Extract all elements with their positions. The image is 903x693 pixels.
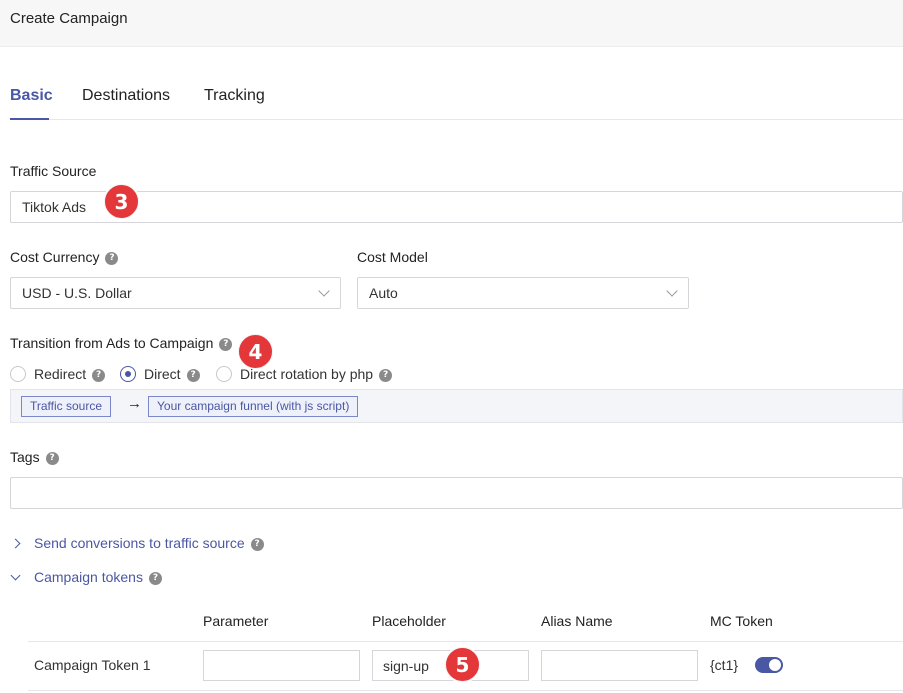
- tags-input[interactable]: [10, 477, 903, 509]
- transition-flow: Traffic source → Your campaign funnel (w…: [10, 389, 903, 423]
- column-header-alias: Alias Name: [541, 613, 613, 629]
- cost-model-select[interactable]: Auto: [357, 277, 689, 309]
- chevron-down-icon: [318, 285, 330, 297]
- column-header-parameter: Parameter: [203, 613, 269, 629]
- table-divider: [28, 641, 903, 642]
- chevron-right-icon: [10, 538, 21, 549]
- column-header-placeholder: Placeholder: [372, 613, 446, 629]
- chevron-down-icon: [10, 570, 21, 581]
- traffic-source-input[interactable]: Tiktok Ads: [10, 191, 903, 223]
- question-circle-icon[interactable]: ?: [148, 571, 162, 585]
- alias-input[interactable]: [541, 650, 698, 681]
- question-circle-icon[interactable]: ?: [105, 251, 119, 265]
- annotation-badge-5: 5: [445, 647, 480, 682]
- transition-label-text: Transition from Ads to Campaign: [10, 335, 214, 351]
- tags-label: Tags?: [10, 449, 59, 465]
- tab-tracking[interactable]: Tracking: [204, 87, 265, 105]
- toggle-knob: [769, 659, 781, 671]
- mc-token-value: {ct1}: [710, 657, 739, 673]
- cost-currency-value: USD - U.S. Dollar: [22, 285, 132, 301]
- table-divider: [28, 690, 903, 691]
- radio-direct-rotation[interactable]: [216, 366, 232, 382]
- radio-redirect-label[interactable]: Redirect?: [34, 366, 106, 382]
- annotation-badge-3: 3: [104, 184, 139, 219]
- radio-redirect[interactable]: [10, 366, 26, 382]
- page-title: Create Campaign: [10, 10, 128, 27]
- question-circle-icon[interactable]: ?: [219, 337, 233, 351]
- campaign-tokens-label[interactable]: Campaign tokens?: [34, 569, 162, 585]
- token-row-label: Campaign Token 1: [34, 657, 151, 673]
- question-circle-icon[interactable]: ?: [186, 368, 200, 382]
- placeholder-value: sign-up: [383, 658, 429, 674]
- question-circle-icon[interactable]: ?: [250, 537, 264, 551]
- transition-label: Transition from Ads to Campaign?: [10, 335, 233, 351]
- page-header: Create Campaign: [0, 0, 903, 47]
- traffic-source-label: Traffic Source: [10, 163, 97, 179]
- question-circle-icon[interactable]: ?: [379, 368, 393, 382]
- send-conversions-label[interactable]: Send conversions to traffic source?: [34, 535, 264, 551]
- radio-direct-rotation-label[interactable]: Direct rotation by php?: [240, 366, 393, 382]
- column-header-mc-token: MC Token: [710, 613, 773, 629]
- question-circle-icon[interactable]: ?: [92, 368, 106, 382]
- cost-model-value: Auto: [369, 285, 398, 301]
- tab-destinations[interactable]: Destinations: [82, 87, 170, 105]
- cost-currency-select[interactable]: USD - U.S. Dollar: [10, 277, 341, 309]
- active-tab-indicator: [10, 118, 49, 120]
- traffic-source-value: Tiktok Ads: [22, 199, 87, 215]
- tab-basic[interactable]: Basic: [10, 87, 53, 105]
- question-circle-icon[interactable]: ?: [45, 451, 59, 465]
- cost-currency-label-text: Cost Currency: [10, 249, 100, 265]
- radio-direct-label[interactable]: Direct?: [144, 366, 200, 382]
- cost-currency-label: Cost Currency?: [10, 249, 119, 265]
- flow-target-tag: Your campaign funnel (with js script): [148, 396, 359, 417]
- flow-source-tag: Traffic source: [21, 396, 112, 417]
- cost-model-label: Cost Model: [357, 249, 428, 265]
- radio-direct[interactable]: [120, 366, 136, 382]
- tags-label-text: Tags: [10, 449, 40, 465]
- mc-token-toggle[interactable]: [755, 657, 783, 673]
- arrow-right-icon: →: [127, 395, 142, 412]
- parameter-input[interactable]: [203, 650, 360, 681]
- tab-bar: Basic Destinations Tracking: [10, 84, 903, 120]
- chevron-down-icon: [666, 285, 678, 297]
- annotation-badge-4: 4: [238, 334, 273, 369]
